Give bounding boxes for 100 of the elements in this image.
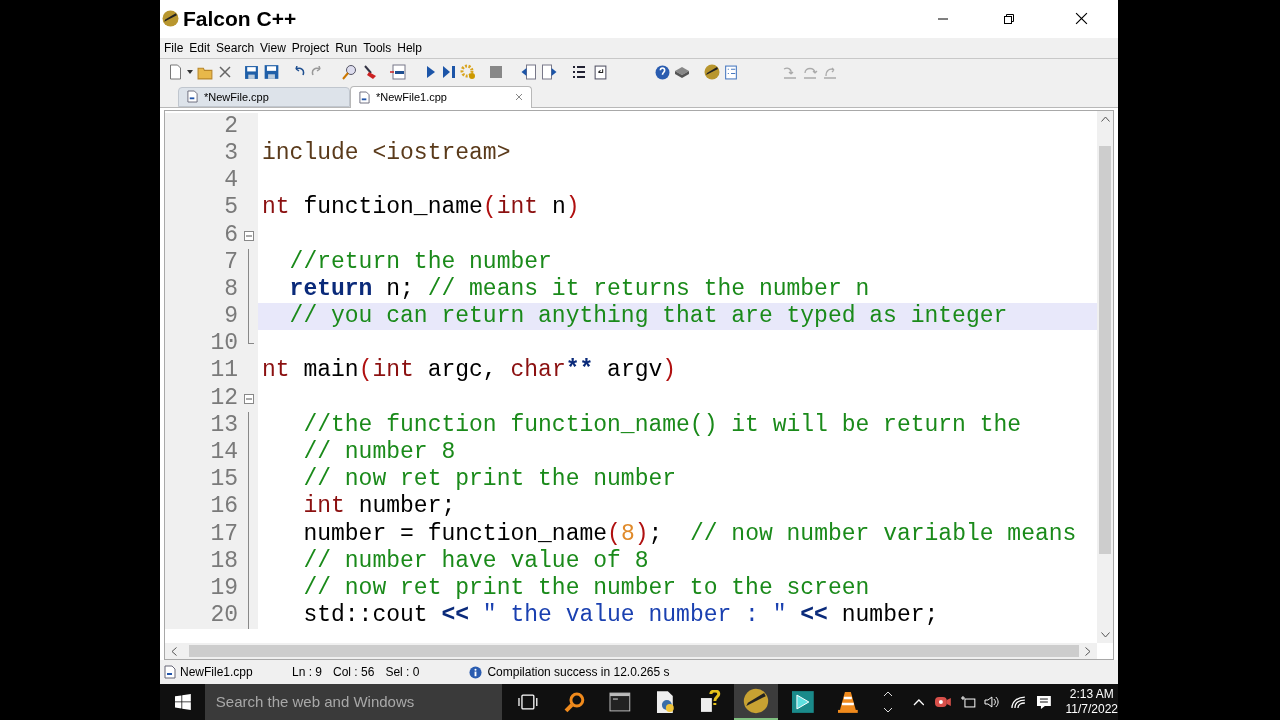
file-tab[interactable]: *NewFile1.cpp xyxy=(350,85,532,108)
code-line: number = function_name(8); // now number variable means xyxy=(302,520,1077,547)
magnifier-app-icon[interactable] xyxy=(563,691,586,713)
line-number: 3 xyxy=(223,139,238,168)
speaker-icon[interactable] xyxy=(984,695,1000,709)
menu-item[interactable]: Search xyxy=(214,38,257,57)
unindent-icon[interactable] xyxy=(520,64,537,81)
window-title: Falcon C++ xyxy=(183,6,297,33)
step-icon[interactable] xyxy=(442,65,456,80)
step-out-icon xyxy=(822,65,838,80)
menu-item[interactable]: Edit xyxy=(187,38,213,57)
line-number: 7 xyxy=(223,248,238,276)
scrollbar-thumb[interactable] xyxy=(189,645,1079,658)
menu-item[interactable]: File xyxy=(162,38,186,57)
line-number: 19 xyxy=(209,574,238,603)
line-number: 12 xyxy=(209,384,238,412)
falcon-taskbar-button[interactable] xyxy=(733,684,779,720)
book-icon[interactable] xyxy=(674,65,690,80)
status-message: Compilation success in 12.0.265 s xyxy=(487,664,670,682)
clock-time[interactable]: 2:13 AM xyxy=(1069,687,1114,702)
scroll-right-icon[interactable] xyxy=(1085,646,1091,656)
close-icon[interactable] xyxy=(1075,12,1088,26)
line-number: 20 xyxy=(209,602,238,630)
line-number: 16 xyxy=(209,493,238,521)
help-icon[interactable] xyxy=(655,64,670,80)
checklist-icon[interactable] xyxy=(724,64,738,80)
line-number: 18 xyxy=(209,547,238,575)
line-number: 13 xyxy=(209,411,238,439)
file-tab[interactable]: *NewFile.cpp xyxy=(178,86,350,107)
status-line: Ln : 9 xyxy=(292,664,323,682)
code-line: // number 8 xyxy=(302,439,456,465)
indent-icon[interactable] xyxy=(541,64,558,81)
clock-date[interactable]: 11/7/2022 xyxy=(1065,702,1118,717)
app-logo-icon xyxy=(162,10,179,28)
stop-icon[interactable] xyxy=(490,66,502,79)
list-icon[interactable] xyxy=(572,65,586,80)
menu-item[interactable]: Tools xyxy=(361,38,394,57)
code-line: // you can return anything that are typed as integer xyxy=(288,303,1008,330)
caret-icon[interactable] xyxy=(187,69,193,76)
video-editor-icon[interactable] xyxy=(791,690,815,714)
menu-item[interactable]: Run xyxy=(333,38,360,57)
fold-toggle-icon[interactable] xyxy=(244,230,254,241)
menu-item[interactable]: Project xyxy=(289,38,332,57)
vertical-scrollbar[interactable] xyxy=(1097,110,1113,644)
line-number: 10 xyxy=(209,330,238,358)
traffic-cone-icon[interactable] xyxy=(836,690,859,714)
line-number: 6 xyxy=(223,221,238,249)
code-line: nt main(int argc, char** argv) xyxy=(262,357,677,384)
scroll-up-icon[interactable] xyxy=(1100,115,1110,122)
menu-item[interactable]: Help xyxy=(395,38,424,57)
status-selection: Sel : 0 xyxy=(385,664,420,682)
cpp-file-icon xyxy=(164,665,176,680)
chevron-down-icon[interactable] xyxy=(882,707,893,713)
fold-toggle-icon[interactable] xyxy=(244,393,254,404)
line-number: 15 xyxy=(209,466,238,494)
notification-icon[interactable] xyxy=(1035,694,1052,710)
save-all-icon[interactable] xyxy=(263,64,280,81)
cpp-file-icon xyxy=(187,90,198,104)
scroll-left-icon[interactable] xyxy=(171,646,177,656)
code-line: include <iostream> xyxy=(262,139,511,166)
step-into-icon xyxy=(802,65,818,80)
power-plug-icon[interactable] xyxy=(960,695,976,709)
line-number: 5 xyxy=(223,194,238,222)
line-number: 17 xyxy=(209,520,238,548)
wifi-icon[interactable] xyxy=(1009,695,1026,709)
scrollbar-thumb[interactable] xyxy=(1099,145,1111,554)
horizontal-scrollbar[interactable] xyxy=(165,643,1097,660)
status-file-name: NewFile1.cpp xyxy=(180,664,254,682)
code-line: //return the number xyxy=(288,248,552,275)
status-column: Col : 56 xyxy=(333,663,375,682)
code-line: // now ret print the number to the screen xyxy=(302,574,870,601)
new-file-icon[interactable] xyxy=(168,64,183,81)
info-icon xyxy=(469,665,483,679)
windows-logo-icon[interactable] xyxy=(175,694,191,710)
code-line: std::cout << " the value number : " << number; xyxy=(302,602,939,629)
scroll-down-icon[interactable] xyxy=(1100,632,1110,639)
close-file-icon[interactable] xyxy=(218,65,232,80)
code-line: // number have value of 8 xyxy=(302,547,649,574)
terminal-icon[interactable] xyxy=(609,692,632,712)
chevron-up-icon[interactable] xyxy=(882,691,893,697)
step-over-icon xyxy=(782,65,798,80)
line-number: 11 xyxy=(209,357,238,385)
help-file-icon[interactable] xyxy=(698,690,721,714)
document-icon[interactable] xyxy=(594,64,607,80)
taskbar-search-field[interactable]: Search the web and Windows xyxy=(204,684,502,720)
menu-item[interactable]: View xyxy=(258,38,288,57)
line-number: 14 xyxy=(209,439,238,467)
line-number: 2 xyxy=(223,112,238,140)
restore-icon[interactable] xyxy=(1003,12,1015,25)
save-icon[interactable] xyxy=(244,64,259,80)
code-line: nt function_name(int n) xyxy=(262,194,580,221)
camera-icon[interactable] xyxy=(934,695,953,709)
close-tab-icon[interactable] xyxy=(515,93,523,102)
code-line: // now ret print the number xyxy=(302,466,677,493)
python-file-icon[interactable] xyxy=(655,690,677,714)
cpp-file-icon xyxy=(359,90,370,104)
app-logo-icon[interactable] xyxy=(704,64,720,81)
search-icon[interactable] xyxy=(342,64,358,81)
code-line: return n; // means it returns the number n xyxy=(288,275,870,302)
task-view-icon[interactable] xyxy=(517,694,538,710)
